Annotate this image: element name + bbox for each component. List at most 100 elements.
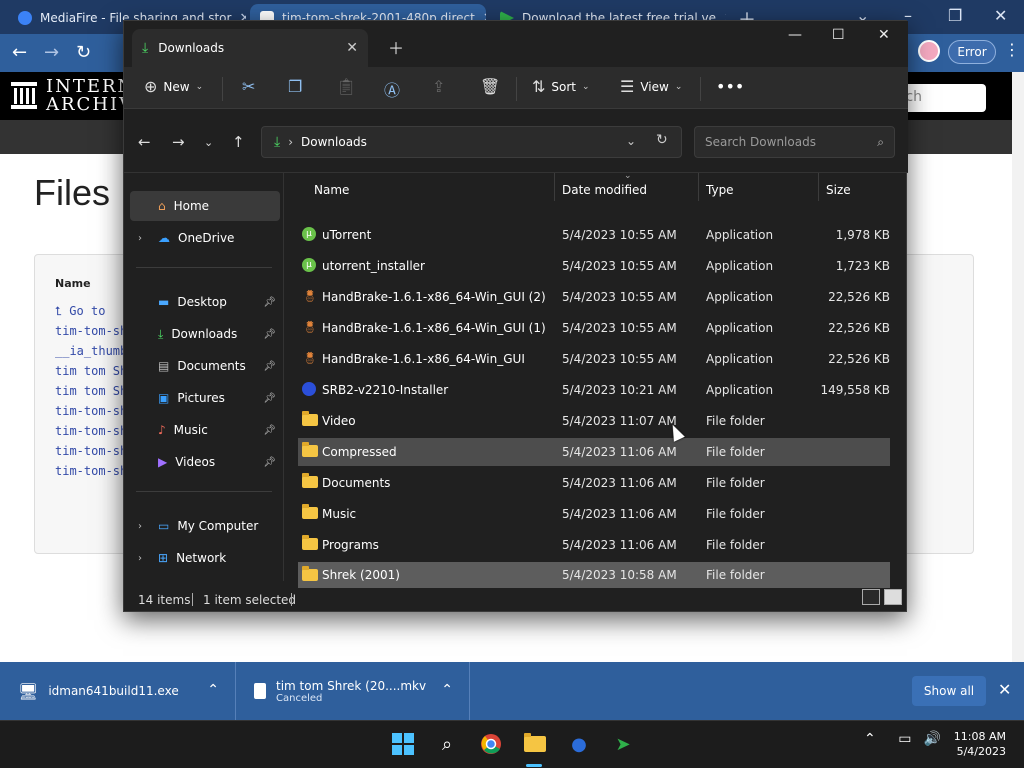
network-icon[interactable]: ▭ — [898, 731, 911, 747]
table-row[interactable]: SRB2-v2210-Installer 5/4/2023 10:21 AM A… — [298, 376, 890, 404]
column-divider[interactable] — [698, 173, 699, 201]
idm-icon[interactable]: ➤ — [610, 731, 636, 757]
sidebar-item-onedrive[interactable]: › ☁ OneDrive — [130, 223, 280, 253]
back-icon[interactable]: ← — [138, 133, 151, 151]
reload-icon[interactable]: ↻ — [76, 42, 91, 63]
file-type: File folder — [706, 414, 765, 428]
chevron-up-icon[interactable]: ⌃ — [207, 682, 219, 698]
column-header-size[interactable]: Size — [826, 183, 851, 197]
new-tab-button[interactable]: ＋ — [388, 35, 404, 59]
forward-icon[interactable]: → — [172, 133, 185, 151]
chevron-right-icon[interactable]: › — [138, 521, 142, 532]
table-row[interactable]: 🍍︎ HandBrake-1.6.1-x86_64-Win_GUI (1) 5/… — [298, 314, 890, 342]
show-all-button[interactable]: Show all — [912, 676, 986, 706]
table-row[interactable]: Music 5/4/2023 11:06 AM File folder — [298, 500, 890, 528]
chevron-up-icon[interactable]: ⌃ — [864, 731, 876, 747]
column-header-type[interactable]: Type — [706, 183, 734, 197]
mediafire-icon — [18, 11, 32, 25]
column-header-name[interactable]: Name — [314, 183, 349, 197]
explorer-address-row: ← → ⌄ ↑ ⤓ › Downloads ⌄ ↻ Search Downloa… — [124, 109, 908, 173]
tiles-view-icon[interactable] — [884, 589, 902, 605]
close-icon[interactable]: ✕ — [878, 27, 890, 43]
cut-button[interactable]: ✂ — [242, 77, 255, 96]
address-dropdown-icon[interactable]: ⌄ — [626, 134, 636, 148]
sidebar-item-network[interactable]: › ⊞ Network — [130, 543, 280, 573]
table-row[interactable]: µ utorrent_installer 5/4/2023 10:55 AM A… — [298, 252, 890, 280]
sonic-icon[interactable]: ● — [566, 731, 592, 757]
new-button[interactable]: ⊕ New ⌄ — [144, 77, 203, 96]
close-icon[interactable]: ✕ — [994, 6, 1007, 25]
file-explorer-icon[interactable] — [522, 731, 548, 757]
column-divider[interactable] — [554, 173, 555, 201]
sidebar-item-home[interactable]: ⌂ Home — [130, 191, 280, 221]
sidebar-item-desktop[interactable]: ▬ Desktop 📌︎ — [130, 287, 280, 317]
selection-count: 1 item selected — [203, 593, 297, 607]
active-app-indicator — [526, 764, 542, 767]
srb2-icon — [302, 382, 316, 396]
column-divider[interactable] — [818, 173, 819, 201]
breadcrumb[interactable]: Downloads — [301, 135, 367, 149]
address-bar[interactable]: ⤓ › Downloads — [261, 126, 682, 158]
download-filename: idman641build11.exe — [48, 684, 179, 698]
sidebar-item-pictures[interactable]: ▣ Pictures 📌︎ — [130, 383, 280, 413]
system-tray: ⌃ ▭ 🔊 — [864, 731, 941, 747]
table-row[interactable]: Documents 5/4/2023 11:06 AM File folder — [298, 469, 890, 497]
close-tab-icon[interactable]: ✕ — [346, 40, 358, 56]
chevron-right-icon[interactable]: › — [138, 233, 142, 244]
download-item[interactable]: tim tom Shrek (20....mkv Canceled ⌃ — [236, 662, 470, 720]
view-button[interactable]: ☰ View ⌄ — [620, 77, 682, 96]
table-row[interactable]: 🍍︎ HandBrake-1.6.1-x86_64-Win_GUI (2) 5/… — [298, 283, 890, 311]
sidebar-item-music[interactable]: ♪ Music 📌︎ — [130, 415, 280, 445]
back-icon[interactable]: ← — [12, 42, 27, 63]
see-more-button[interactable]: ••• — [716, 77, 744, 96]
more-menu-icon[interactable]: ⋮ — [1004, 40, 1020, 59]
share-button[interactable]: ⇪ — [432, 77, 445, 96]
sidebar-item-my-computer[interactable]: › ▭ My Computer — [130, 511, 280, 541]
forward-icon[interactable]: → — [44, 42, 59, 63]
delete-button[interactable]: 🗑︎ — [480, 77, 500, 96]
avatar[interactable] — [918, 40, 940, 62]
restore-icon[interactable]: ❐ — [948, 6, 962, 25]
chevron-right-icon[interactable]: › — [138, 553, 142, 564]
search-input[interactable]: Search Downloads ⌕ — [694, 126, 895, 158]
profile-error-button[interactable]: Error — [948, 40, 996, 64]
maximize-icon[interactable]: ☐ — [832, 27, 845, 43]
file-name: HandBrake-1.6.1-x86_64-Win_GUI (2) — [322, 290, 546, 304]
sidebar-item-downloads[interactable]: ⤓ Downloads 📌︎ — [130, 319, 280, 349]
sidebar-item-documents[interactable]: ▤ Documents 📌︎ — [130, 351, 280, 381]
close-icon[interactable]: ✕ — [998, 680, 1011, 699]
table-row[interactable]: µ uTorrent 5/4/2023 10:55 AM Application… — [298, 221, 890, 249]
table-row[interactable]: 🍍︎ HandBrake-1.6.1-x86_64-Win_GUI 5/4/20… — [298, 345, 890, 373]
chevron-up-icon[interactable]: ⌃ — [441, 682, 453, 698]
refresh-icon[interactable]: ↻ — [656, 132, 668, 148]
download-item[interactable]: 🖥 idman641build11.exe ⌃ — [0, 662, 236, 720]
paste-button[interactable]: 📋︎ — [336, 77, 356, 96]
table-row[interactable]: Compressed 5/4/2023 11:06 AM File folder — [298, 438, 890, 466]
file-date: 5/4/2023 11:06 AM — [562, 445, 677, 459]
table-row[interactable]: Video 5/4/2023 11:07 AM File folder — [298, 407, 890, 435]
details-view-icon[interactable] — [862, 589, 880, 605]
sort-button[interactable]: ⇅ Sort ⌄ — [532, 77, 590, 96]
up-icon[interactable]: ↑ — [232, 133, 245, 151]
file-type: Application — [706, 321, 774, 335]
rename-button[interactable]: Ⓐ — [384, 77, 400, 101]
explorer-tab[interactable]: ⤓ Downloads ✕ — [132, 29, 368, 67]
search-icon: ⌕ — [877, 134, 884, 149]
recent-locations-icon[interactable]: ⌄ — [204, 136, 213, 149]
downloads-icon: ⤓ — [274, 134, 281, 150]
minimize-icon[interactable]: — — [788, 27, 802, 43]
clock[interactable]: 11:08 AM 5/4/2023 — [946, 729, 1006, 759]
page-scrollbar[interactable] — [1012, 72, 1024, 662]
search-icon[interactable]: ⌕ — [434, 731, 460, 757]
status-divider — [192, 593, 193, 606]
copy-icon: ❐ — [288, 77, 303, 96]
chrome-icon[interactable] — [478, 731, 504, 757]
start-icon[interactable] — [390, 731, 416, 757]
file-date: 5/4/2023 10:58 AM — [562, 568, 677, 582]
column-header-date[interactable]: Date modified — [562, 183, 647, 197]
sidebar-item-videos[interactable]: ▶ Videos 📌︎ — [130, 447, 280, 477]
table-row[interactable]: Programs 5/4/2023 11:06 AM File folder — [298, 531, 890, 559]
copy-button[interactable]: ❐ — [288, 77, 302, 96]
volume-icon[interactable]: 🔊 — [924, 731, 941, 747]
rename-icon: Ⓐ — [384, 81, 401, 100]
